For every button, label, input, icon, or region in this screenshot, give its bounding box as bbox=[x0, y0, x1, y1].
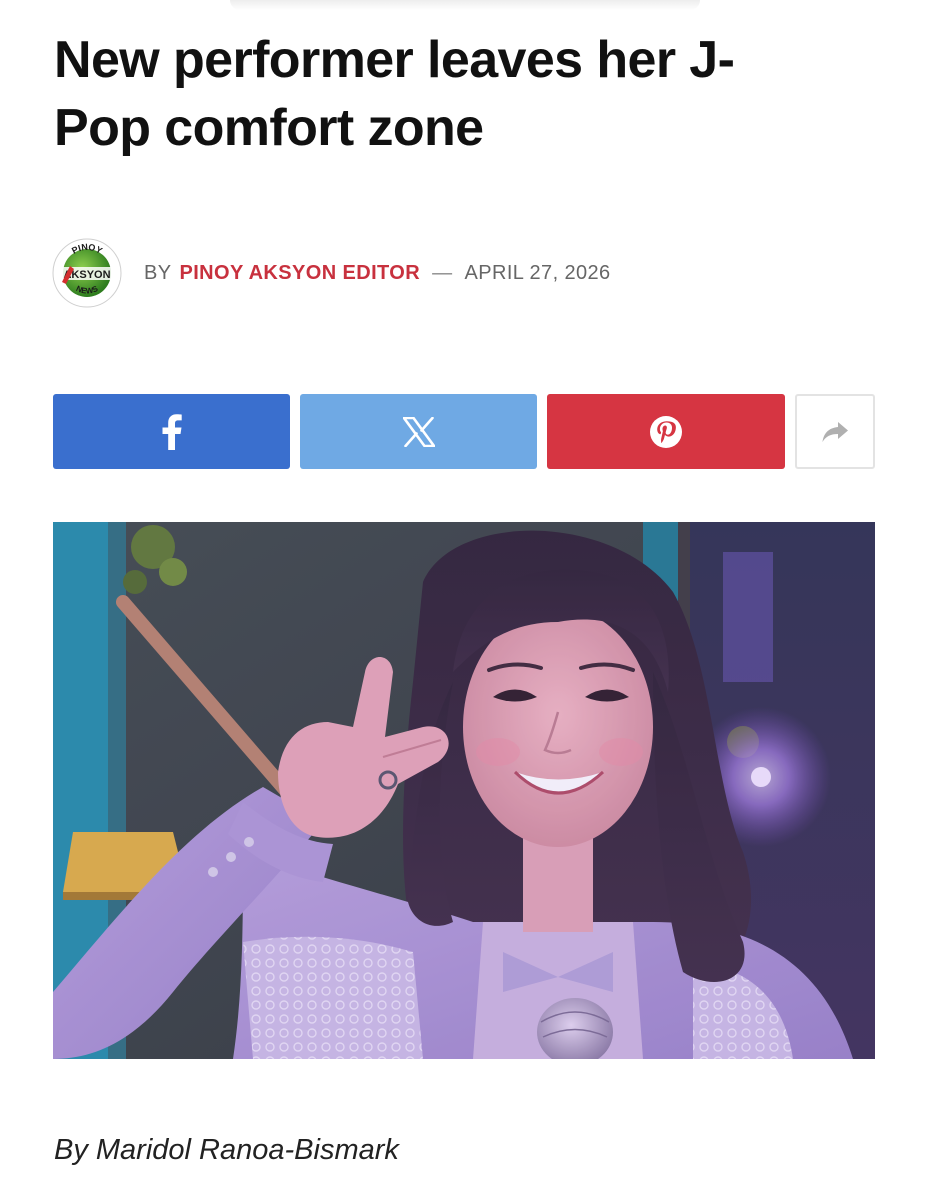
x-icon bbox=[402, 416, 435, 447]
featured-image[interactable] bbox=[53, 522, 875, 1059]
article-headline: New performer leaves her J- Pop comfort … bbox=[54, 31, 735, 157]
article-byline: PINOY AKSYON NEWS BY PINOY AKSYON EDITOR… bbox=[52, 238, 611, 308]
facebook-icon bbox=[162, 413, 182, 450]
top-fade bbox=[230, 0, 700, 10]
pinterest-share-button[interactable] bbox=[547, 394, 785, 469]
byline-prefix: BY bbox=[144, 261, 172, 284]
more-share-button[interactable] bbox=[795, 394, 875, 469]
share-arrow-icon bbox=[822, 421, 848, 442]
author-link[interactable]: PINOY AKSYON EDITOR bbox=[179, 262, 420, 285]
x-share-button[interactable] bbox=[300, 394, 537, 469]
share-bar bbox=[53, 394, 875, 469]
publisher-logo[interactable]: PINOY AKSYON NEWS bbox=[52, 238, 122, 308]
pinterest-icon bbox=[650, 415, 682, 448]
byline-separator: — bbox=[432, 261, 453, 284]
facebook-share-button[interactable] bbox=[53, 394, 290, 469]
byline-text: BY PINOY AKSYON EDITOR — APRIL 27, 2026 bbox=[144, 262, 611, 285]
article-credit: By Maridol Ranoa-Bismark bbox=[54, 1134, 399, 1166]
publish-date: APRIL 27, 2026 bbox=[464, 261, 611, 284]
